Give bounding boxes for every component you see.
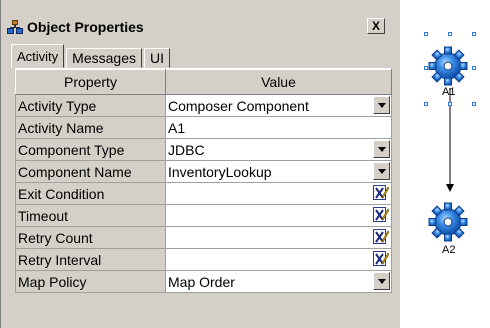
column-header-value[interactable]: Value: [165, 69, 392, 95]
gear-icon: [428, 202, 468, 242]
properties-table: Property Value Activity Type Composer Com…: [15, 68, 392, 293]
property-value-text: JDBC: [168, 141, 205, 158]
chevron-down-icon: [377, 278, 386, 284]
selection-handle[interactable]: [424, 32, 428, 36]
close-button[interactable]: X: [367, 18, 385, 34]
table-row[interactable]: Retry Interval: [15, 248, 392, 271]
selection-handle[interactable]: [472, 66, 476, 70]
selection-handle[interactable]: [448, 32, 452, 36]
property-value-cell[interactable]: Map Order: [165, 270, 392, 293]
property-name-cell: Retry Interval: [15, 248, 166, 271]
table-row[interactable]: Component Type JDBC: [15, 138, 392, 161]
selection-handle[interactable]: [424, 102, 428, 106]
tab-ui[interactable]: UI: [143, 48, 170, 68]
table-row[interactable]: Activity Name A1: [15, 116, 392, 139]
dropdown-button[interactable]: [373, 140, 390, 158]
dropdown-button[interactable]: [373, 272, 390, 290]
dropdown-button[interactable]: [373, 96, 390, 114]
property-name-cell: Exit Condition: [15, 182, 166, 205]
tab-activity[interactable]: Activity: [11, 44, 65, 68]
selection-handle[interactable]: [448, 102, 452, 106]
table-row[interactable]: Map Policy Map Order: [15, 270, 392, 293]
node-label-a2[interactable]: A2: [442, 244, 455, 256]
workflow-canvas[interactable]: A1 A2: [400, 0, 490, 328]
property-value-text: A1: [168, 119, 186, 136]
object-properties-panel: Object Properties X Activity Messages UI…: [0, 0, 400, 328]
expression-editor-icon[interactable]: [373, 229, 390, 245]
property-value-cell[interactable]: JDBC: [165, 138, 392, 161]
property-name-cell: Component Type: [15, 138, 166, 161]
property-value-cell[interactable]: [165, 226, 392, 249]
selection-handle[interactable]: [472, 102, 476, 106]
property-name-cell: Map Policy: [15, 270, 166, 293]
property-value-cell[interactable]: A1: [165, 116, 392, 139]
table-row[interactable]: Component Name InventoryLookup: [15, 160, 392, 183]
selection-handle[interactable]: [424, 66, 428, 70]
expression-editor-icon[interactable]: [373, 207, 390, 223]
property-value-cell[interactable]: [165, 248, 392, 271]
workflow-diagram: [428, 46, 468, 242]
selection-handle[interactable]: [472, 32, 476, 36]
property-value-text: Composer Component: [168, 97, 309, 114]
tab-bar: Activity Messages UI: [11, 44, 172, 68]
table-row[interactable]: Activity Type Composer Component: [15, 94, 392, 117]
column-header-property[interactable]: Property: [15, 69, 166, 95]
table-row[interactable]: Timeout: [15, 204, 392, 227]
node-label-a1[interactable]: A1: [442, 86, 455, 98]
tab-messages[interactable]: Messages: [66, 48, 142, 68]
property-name-cell: Timeout: [15, 204, 166, 227]
table-row[interactable]: Retry Count: [15, 226, 392, 249]
property-value-text: Map Order: [168, 273, 235, 290]
expression-editor-icon[interactable]: [373, 185, 390, 201]
table-row[interactable]: Exit Condition: [15, 182, 392, 205]
close-icon: X: [371, 19, 380, 33]
dropdown-button[interactable]: [373, 162, 390, 180]
gear-icon: [428, 46, 468, 86]
object-hierarchy-icon: [7, 19, 23, 35]
property-name-cell: Component Name: [15, 160, 166, 183]
property-value-cell[interactable]: InventoryLookup: [165, 160, 392, 183]
chevron-down-icon: [377, 146, 386, 152]
property-value-cell[interactable]: [165, 204, 392, 227]
panel-title: Object Properties: [27, 19, 144, 35]
property-value-text: InventoryLookup: [168, 163, 272, 180]
property-value-cell[interactable]: [165, 182, 392, 205]
property-value-cell[interactable]: Composer Component: [165, 94, 392, 117]
chevron-down-icon: [377, 102, 386, 108]
chevron-down-icon: [377, 168, 386, 174]
expression-editor-icon[interactable]: [373, 251, 390, 267]
property-name-cell: Activity Name: [15, 116, 166, 139]
connector-arrow-icon: [446, 184, 454, 192]
panel-titlebar: Object Properties X: [5, 16, 393, 38]
property-name-cell: Retry Count: [15, 226, 166, 249]
property-name-cell: Activity Type: [15, 94, 166, 117]
